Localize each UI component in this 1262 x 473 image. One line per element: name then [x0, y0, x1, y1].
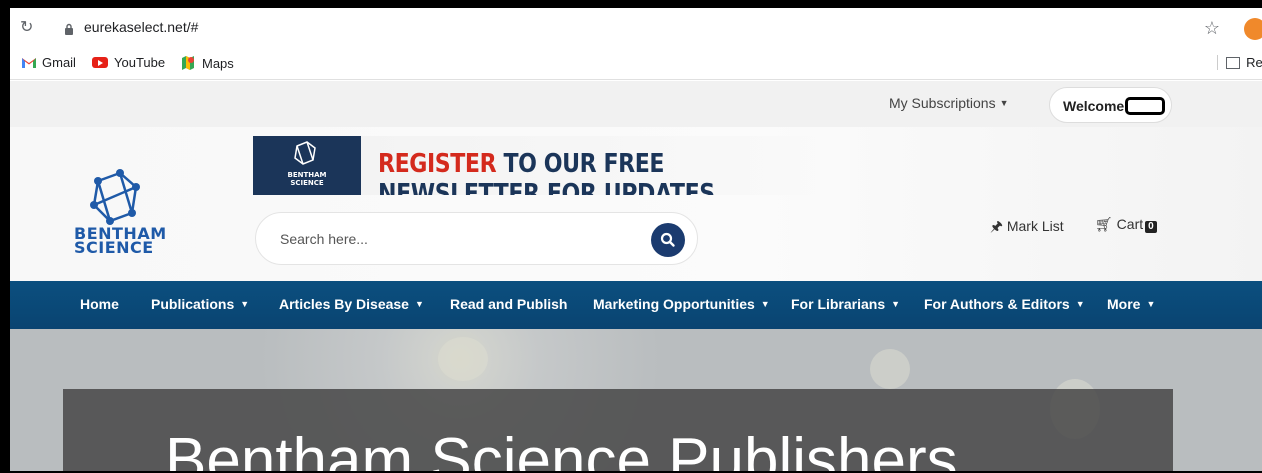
nav-item-for-librarians[interactable]: For Librarians ▼ [791, 296, 900, 312]
main-navigation: Home Publications ▼ Articles By Disease ▼ … [10, 281, 1262, 329]
caret-down-icon: ▼ [760, 299, 770, 309]
background-decoration [870, 349, 910, 389]
banner-logo-line-2: SCIENCE [290, 179, 324, 187]
address-bar: ↻ eurekaselect.net/# ☆ [10, 8, 1262, 48]
cart-icon: 🛒︎ [1095, 216, 1113, 232]
my-subscriptions-label: My Subscriptions [889, 95, 996, 111]
nav-label: Marketing Opportunities [593, 296, 755, 312]
caret-down-icon: ▼ [891, 299, 901, 309]
lock-icon[interactable] [64, 23, 74, 35]
newsletter-banner[interactable]: BENTHAM SCIENCE REGISTER TO OUR FREE NEW… [253, 136, 853, 195]
reload-icon[interactable]: ↻ [20, 20, 36, 36]
site-header: BENTHAM SCIENCE BENTHAM SCIENCE REGISTER… [10, 127, 1262, 281]
nav-label: For Authors & Editors [924, 296, 1070, 312]
my-subscriptions-dropdown[interactable]: My Subscriptions ▼ [889, 95, 1009, 111]
banner-headline: REGISTER TO OUR FREE NEWSLETTER FOR UPDA… [378, 149, 782, 195]
url-field[interactable]: eurekaselect.net/# [84, 19, 198, 35]
logo-line-2: SCIENCE [74, 238, 154, 257]
website: My Subscriptions ▼ Welcome BENTHAM SCIEN… [10, 81, 1262, 471]
bookmark-youtube[interactable]: YouTube [92, 55, 165, 70]
banner-logo-line-1: BENTHAM [288, 171, 327, 179]
nav-item-articles-by-disease[interactable]: Articles By Disease ▼ [279, 296, 424, 312]
search-input[interactable]: Search here... [280, 231, 368, 247]
bentham-logo-small-icon: BENTHAM SCIENCE [288, 141, 327, 187]
bookmark-gmail[interactable]: Gmail [22, 55, 76, 70]
hero-section: Bentham Science Publishers [10, 329, 1262, 471]
reading-list-icon [1226, 56, 1241, 69]
bookmark-label: Gmail [42, 55, 76, 70]
nav-item-for-authors-editors[interactable]: For Authors & Editors ▼ [924, 296, 1085, 312]
caret-down-icon: ▼ [1146, 299, 1156, 309]
pin-icon: 🖈 [990, 218, 1003, 234]
caret-down-icon: ▼ [240, 299, 250, 309]
bookmark-maps[interactable]: Maps [180, 55, 234, 71]
background-decoration [438, 337, 488, 381]
mark-list-label: Mark List [1006, 218, 1064, 234]
nav-label: Read and Publish [450, 296, 568, 312]
nav-label: Publications [151, 296, 235, 312]
bookmark-label: Maps [202, 55, 234, 71]
bookmark-star-icon[interactable]: ☆ [1204, 18, 1220, 39]
profile-avatar[interactable] [1244, 18, 1262, 40]
maps-icon [182, 56, 194, 70]
nav-item-home[interactable]: Home [80, 296, 119, 312]
logo-text[interactable]: BENTHAM SCIENCE [74, 226, 167, 257]
welcome-user-button[interactable]: Welcome [1049, 87, 1172, 123]
nav-label: Articles By Disease [279, 296, 409, 312]
cart-link[interactable]: 🛒︎ Cart 0 [1095, 216, 1157, 233]
gmail-icon [22, 58, 36, 68]
browser-window: ↻ eurekaselect.net/# ☆ Gmail YouTube Map… [10, 8, 1262, 471]
hero-title-panel: Bentham Science Publishers [63, 389, 1173, 471]
nav-item-more[interactable]: More ▼ [1107, 296, 1155, 312]
hero-title: Bentham Science Publishers [165, 426, 958, 471]
search-icon [660, 232, 675, 247]
cart-count-badge: 0 [1145, 221, 1157, 233]
nav-item-read-and-publish[interactable]: Read and Publish [450, 296, 567, 312]
mark-list-link[interactable]: 🖈 Mark List [990, 216, 1064, 240]
nav-item-publications[interactable]: Publications ▼ [151, 296, 249, 312]
banner-highlight: REGISTER [378, 149, 497, 179]
caret-down-icon: ▼ [999, 98, 1009, 108]
caret-down-icon: ▼ [414, 299, 424, 309]
reading-list-label: Rea [1246, 55, 1262, 70]
bookmarks-bar: Gmail YouTube Maps Rea [10, 48, 1262, 80]
search-button[interactable] [651, 223, 685, 257]
nav-label: Home [80, 296, 119, 312]
top-bar: My Subscriptions ▼ Welcome [10, 81, 1262, 127]
nav-label: For Librarians [791, 296, 886, 312]
reading-list[interactable]: Rea [1217, 55, 1262, 70]
youtube-icon [92, 57, 108, 68]
cart-label: Cart [1116, 216, 1144, 232]
redacted-username [1125, 97, 1165, 115]
nav-item-marketing-opportunities[interactable]: Marketing Opportunities ▼ [593, 296, 770, 312]
caret-down-icon: ▼ [1075, 299, 1085, 309]
bookmark-label: YouTube [114, 55, 166, 70]
banner-logo: BENTHAM SCIENCE [253, 136, 361, 195]
nav-label: More [1107, 296, 1141, 312]
welcome-label: Welcome [1063, 98, 1125, 114]
search-bar: Search here... [255, 212, 698, 265]
